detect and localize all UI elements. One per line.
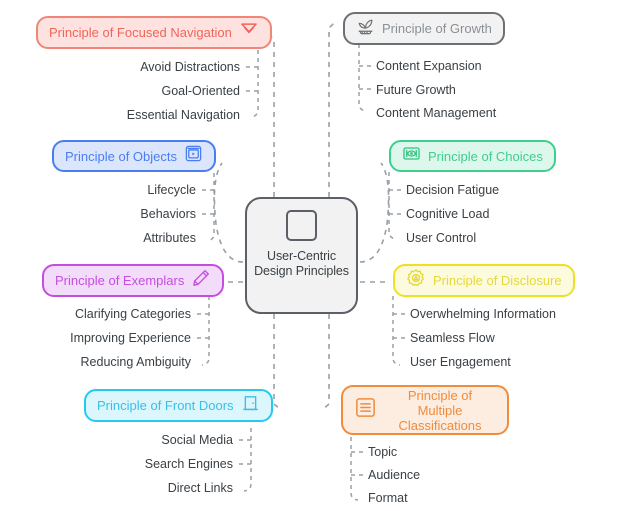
leaf-label: Overwhelming Information bbox=[410, 307, 556, 321]
leaf-label: Future Growth bbox=[376, 83, 456, 97]
leaf-label: Goal-Oriented bbox=[161, 84, 240, 98]
leaf-label: Attributes bbox=[143, 231, 196, 245]
leaf-label: Decision Fatigue bbox=[406, 183, 500, 197]
gear-icon bbox=[406, 268, 426, 293]
branch-node-label: Principle of Choices bbox=[428, 148, 543, 164]
leaf-label: Direct Links bbox=[167, 481, 233, 495]
mindmap-canvas: User-Centric Design Principles Principle… bbox=[0, 0, 643, 511]
leaf-label: Audience bbox=[368, 468, 421, 482]
list-box-icon bbox=[354, 396, 377, 424]
branch-node-growth[interactable]: Principle of Growth bbox=[343, 12, 505, 45]
double-chevron-down-icon bbox=[239, 20, 259, 45]
branch-node-label: Principle of Front Doors bbox=[97, 398, 234, 413]
branch-node-label: Principle of Focused Navigation bbox=[49, 25, 232, 40]
branch-node-exemplars[interactable]: Principle of Exemplars bbox=[42, 264, 225, 297]
branch-node-label: Principle of Growth bbox=[382, 21, 492, 36]
branch-node-label: Principle of Multiple Classifications bbox=[398, 387, 482, 433]
leaf-label: Search Engines bbox=[144, 457, 233, 471]
leaf-label: Topic bbox=[368, 445, 398, 459]
leaf-label: Avoid Distractions bbox=[140, 60, 240, 74]
seedling-icon bbox=[356, 17, 375, 41]
leaf-label: Essential Navigation bbox=[126, 108, 240, 122]
branch-node-disclosure[interactable]: Principle of Disclosure bbox=[393, 264, 575, 297]
door-icon bbox=[241, 394, 260, 418]
branch-node-choices[interactable]: Principle of Choices bbox=[389, 140, 556, 172]
branch-node-multiple-classifications[interactable]: Principle of Multiple Classifications bbox=[341, 385, 509, 435]
leaf-label: Seamless Flow bbox=[410, 331, 495, 345]
center-node[interactable]: User-Centric Design Principles bbox=[245, 197, 358, 314]
branch-node-front-doors[interactable]: Principle of Front Doors bbox=[84, 389, 273, 422]
leaf-label: Social Media bbox=[161, 433, 233, 447]
boxed-play-icon bbox=[184, 144, 203, 168]
leaf-label: User Control bbox=[406, 231, 477, 245]
leaf-label: User Engagement bbox=[410, 355, 511, 369]
leaf-label: Behaviors bbox=[140, 207, 196, 221]
leaf-label: Content Management bbox=[376, 106, 497, 120]
branch-node-label: Principle of Disclosure bbox=[433, 273, 562, 288]
pencil-icon bbox=[191, 268, 211, 293]
leaf-label: Cognitive Load bbox=[406, 207, 490, 221]
branch-node-label: Principle of Objects bbox=[65, 148, 177, 164]
rounded-square-icon bbox=[286, 210, 317, 241]
branch-node-objects[interactable]: Principle of Objects bbox=[52, 140, 216, 172]
center-node-label: User-Centric Design Principles bbox=[254, 249, 349, 278]
leaf-label: Format bbox=[368, 491, 408, 505]
branch-node-focused-navigation[interactable]: Principle of Focused Navigation bbox=[36, 16, 272, 49]
leaf-label: Content Expansion bbox=[376, 59, 482, 73]
leaf-label: Clarifying Categories bbox=[74, 307, 191, 321]
leaf-label: Improving Experience bbox=[70, 331, 191, 345]
leaf-label: Reducing Ambiguity bbox=[80, 355, 191, 369]
leaf-label: Lifecycle bbox=[147, 183, 196, 197]
framed-eye-icon bbox=[402, 144, 421, 168]
branch-node-label: Principle of Exemplars bbox=[55, 273, 185, 288]
